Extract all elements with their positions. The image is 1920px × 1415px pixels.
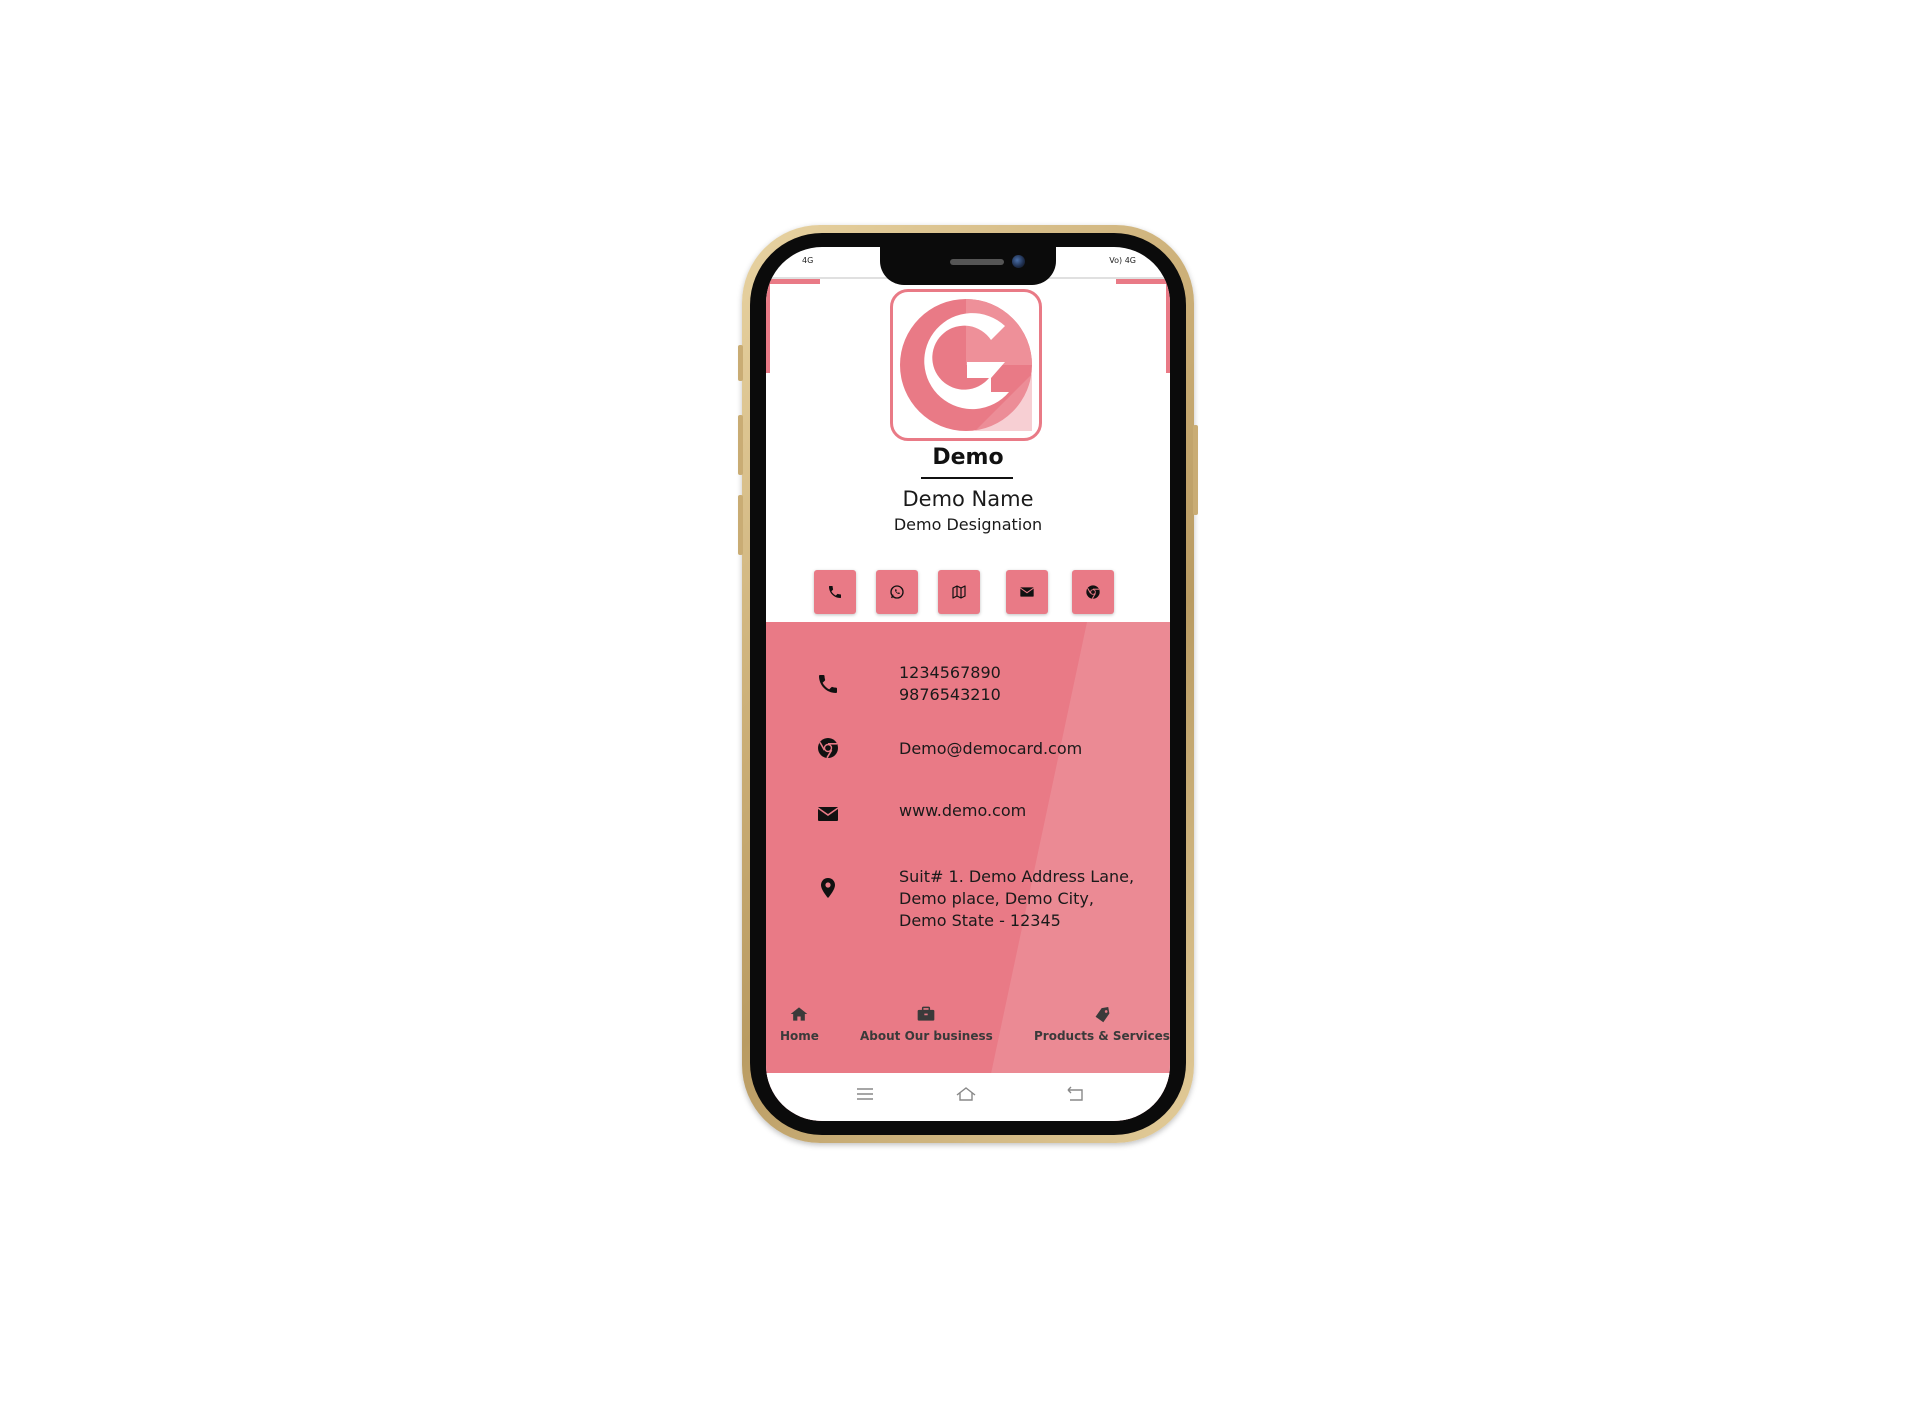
website-text[interactable]: www.demo.com — [899, 800, 1026, 822]
briefcase-icon — [918, 1006, 935, 1021]
accent-strip-top-right — [1116, 279, 1170, 284]
system-nav-bar — [766, 1073, 1170, 1121]
phone-screen: 4G Vo) 4G Demo Demo Name Demo Designatio… — [766, 247, 1170, 1121]
phone-number-1[interactable]: 1234567890 — [899, 662, 1001, 684]
home-outline-icon — [956, 1087, 976, 1101]
back-icon — [1067, 1086, 1083, 1101]
email-text[interactable]: Demo@democard.com — [899, 738, 1082, 760]
speaker — [950, 259, 1004, 265]
contact-chrome-icon-wrap — [814, 734, 842, 762]
nav-about[interactable]: About Our business — [860, 1005, 993, 1044]
system-home-button[interactable] — [955, 1085, 977, 1103]
bottom-nav: Home About Our business Products & Servi… — [766, 1005, 1170, 1065]
tag-icon — [1095, 1006, 1110, 1023]
nav-about-label: About Our business — [860, 1029, 993, 1043]
accent-strip-right — [1166, 279, 1170, 373]
phone-number-2[interactable]: 9876543210 — [899, 684, 1001, 706]
location-pin-icon — [821, 878, 835, 898]
website-button[interactable] — [1072, 570, 1114, 614]
chrome-icon — [1086, 585, 1100, 599]
brand-title: Demo — [932, 445, 1004, 470]
side-button-power — [1193, 425, 1198, 515]
email-button[interactable] — [1006, 570, 1048, 614]
side-button-mute — [738, 345, 743, 381]
whatsapp-icon — [890, 585, 904, 599]
system-menu-button[interactable] — [854, 1085, 876, 1103]
nav-products[interactable]: Products & Services — [1034, 1005, 1170, 1044]
chrome-icon — [818, 738, 838, 759]
address-line-1: Suit# 1. Demo Address Lane, — [899, 867, 1135, 886]
accent-strip-top-left — [766, 279, 820, 284]
side-button-volume-down — [738, 495, 743, 555]
envelope-icon — [817, 807, 839, 821]
nav-home-label: Home — [780, 1029, 819, 1043]
person-designation: Demo Designation — [893, 515, 1043, 534]
brand-logo — [890, 289, 1042, 441]
contact-location-icon-wrap — [814, 874, 842, 902]
quick-actions — [766, 570, 1170, 616]
person-name: Demo Name — [902, 487, 1034, 511]
envelope-icon — [1020, 587, 1034, 597]
g-logo-icon — [900, 299, 1032, 431]
contact-envelope-icon-wrap — [814, 800, 842, 828]
phone-icon — [819, 675, 837, 693]
contact-phone-icon-wrap — [814, 670, 842, 698]
side-button-volume-up — [738, 415, 743, 475]
nav-home[interactable]: Home — [780, 1005, 819, 1044]
system-back-button[interactable] — [1064, 1085, 1086, 1103]
camera-icon — [1012, 255, 1025, 268]
stage: 4G Vo) 4G Demo Demo Name Demo Designatio… — [0, 0, 1920, 1415]
address-line-2: Demo place, Demo City, — [899, 889, 1094, 908]
map-button[interactable] — [938, 570, 980, 614]
nav-products-label: Products & Services — [1034, 1029, 1170, 1043]
call-button[interactable] — [814, 570, 856, 614]
whatsapp-button[interactable] — [876, 570, 918, 614]
home-icon — [791, 1007, 808, 1021]
status-right: Vo) 4G — [1109, 256, 1136, 265]
phone-frame: 4G Vo) 4G Demo Demo Name Demo Designatio… — [738, 225, 1198, 1143]
brand-underline — [921, 477, 1013, 479]
notch — [880, 247, 1056, 285]
status-left: 4G — [802, 256, 814, 265]
menu-icon — [857, 1088, 873, 1100]
phone-icon — [829, 586, 841, 598]
address-line-3: Demo State - 12345 — [899, 911, 1061, 930]
map-icon — [952, 585, 966, 599]
accent-strip-left — [766, 279, 770, 373]
